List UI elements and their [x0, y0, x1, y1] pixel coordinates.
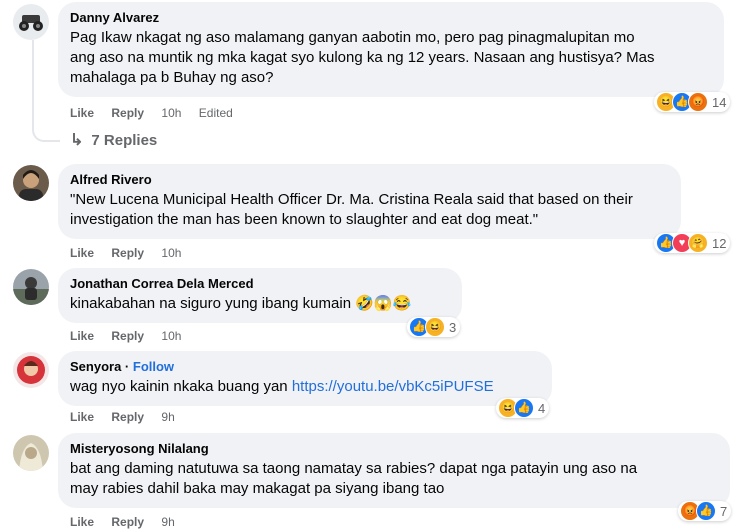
reply-button[interactable]: Reply — [111, 515, 144, 529]
comment-bubble: Jonathan Correa Dela Merced kinakabahan … — [58, 268, 462, 323]
comment-author[interactable]: Alfred Rivero — [70, 172, 669, 188]
comment-actions: Like Reply 10h Edited — [70, 105, 247, 121]
comment-bubble: Alfred Rivero "New Lucena Municipal Heal… — [58, 164, 681, 239]
comment-bubble: Senyora · Follow wag nyo kainin nkaka bu… — [58, 351, 552, 406]
avatar[interactable] — [13, 352, 49, 388]
comment-actions: Like Reply 9h — [70, 409, 189, 425]
comment-text-line: may rabies dahil baka may makagat pa siy… — [70, 480, 445, 497]
edited-label[interactable]: Edited — [199, 106, 233, 120]
reply-button[interactable]: Reply — [111, 246, 144, 260]
author-name[interactable]: Senyora — [70, 359, 121, 374]
reaction-count: 12 — [712, 235, 727, 251]
reaction-count: 3 — [449, 319, 457, 335]
comment-text-line: bat ang daming natutuwa sa taong namatay… — [70, 460, 638, 477]
reactions-summary[interactable]: 😆 👍 4 — [496, 398, 550, 418]
comment-actions: Like Reply 10h — [70, 245, 195, 261]
comment-text-line: mahalaga pa b Buhay ng aso? — [70, 69, 274, 86]
haha-reaction-icon: 😆 — [425, 317, 445, 337]
reply-button[interactable]: Reply — [111, 410, 144, 424]
comment-timestamp[interactable]: 9h — [161, 515, 174, 529]
like-reaction-icon: 👍 — [696, 501, 716, 521]
avatar-photo-icon — [13, 352, 49, 388]
comment-link[interactable]: https://youtu.be/vbKc5iPUFSE — [292, 378, 494, 395]
reply-thread-line — [32, 40, 34, 128]
avatar[interactable] — [13, 4, 49, 40]
comment-text: wag nyo kainin nkaka buang yan https://y… — [70, 378, 494, 395]
like-button[interactable]: Like — [70, 329, 94, 343]
comment-timestamp[interactable]: 9h — [161, 410, 174, 424]
avatar[interactable] — [13, 269, 49, 305]
avatar[interactable] — [13, 435, 49, 471]
comment-text-line: Pag Ikaw nkagat ng aso malamang ganyan a… — [70, 29, 635, 46]
like-button[interactable]: Like — [70, 515, 94, 529]
reaction-count: 7 — [720, 503, 728, 519]
comment-bubble: Danny Alvarez Pag Ikaw nkagat ng aso mal… — [58, 2, 724, 97]
comment-text-line: ang aso na muntik ng mka kagat syo kulon… — [70, 49, 655, 66]
reply-arrow-icon: ↳ — [70, 132, 84, 149]
angry-reaction-icon: 😡 — [688, 92, 708, 112]
comment-timestamp[interactable]: 10h — [161, 106, 181, 120]
comment-author[interactable]: Misteryosong Nilalang — [70, 441, 718, 457]
avatar-atv-icon — [13, 4, 49, 40]
comment-timestamp[interactable]: 10h — [161, 329, 181, 343]
reaction-count: 4 — [538, 400, 546, 416]
avatar[interactable] — [13, 165, 49, 201]
like-button[interactable]: Like — [70, 410, 94, 424]
comment-actions: Like Reply 9h — [70, 514, 189, 530]
like-reaction-icon: 👍 — [514, 398, 534, 418]
care-reaction-icon: 🤗 — [688, 233, 708, 253]
reactions-summary[interactable]: 👍 ♥ 🤗 12 — [654, 233, 731, 253]
comment-bubble: Misteryosong Nilalang bat ang daming nat… — [58, 433, 730, 508]
replies-label: 7 Replies — [91, 131, 158, 149]
avatar-photo-icon — [13, 269, 49, 305]
comment-text: kinakabahan na siguro yung ibang kumain … — [70, 295, 412, 312]
reply-thread-connector — [32, 118, 60, 142]
comment-author[interactable]: Danny Alvarez — [70, 10, 712, 26]
comment-author[interactable]: Jonathan Correa Dela Merced — [70, 276, 450, 292]
emoji-group: 🤣😱😂 — [355, 295, 412, 312]
like-button[interactable]: Like — [70, 246, 94, 260]
reply-button[interactable]: Reply — [111, 106, 144, 120]
comment-author: Senyora · Follow — [70, 359, 175, 374]
comment-timestamp[interactable]: 10h — [161, 246, 181, 260]
follow-button[interactable]: Follow — [133, 359, 174, 374]
reactions-summary[interactable]: 👍 😆 3 — [407, 317, 461, 337]
avatar-photo-icon — [13, 435, 49, 471]
reactions-summary[interactable]: 😡 👍 7 — [678, 501, 732, 521]
comment-text-line: investigation the man has been known to … — [70, 211, 539, 228]
view-replies-button[interactable]: ↳ 7 Replies — [70, 130, 157, 150]
reaction-count: 14 — [712, 94, 727, 110]
comment-actions: Like Reply 10h — [70, 328, 195, 344]
like-button[interactable]: Like — [70, 106, 94, 120]
reactions-summary[interactable]: 😆 👍 😡 14 — [654, 92, 731, 112]
comment-text-line: "New Lucena Municipal Health Officer Dr.… — [70, 191, 633, 208]
avatar-photo-icon — [13, 165, 49, 201]
reply-button[interactable]: Reply — [111, 329, 144, 343]
